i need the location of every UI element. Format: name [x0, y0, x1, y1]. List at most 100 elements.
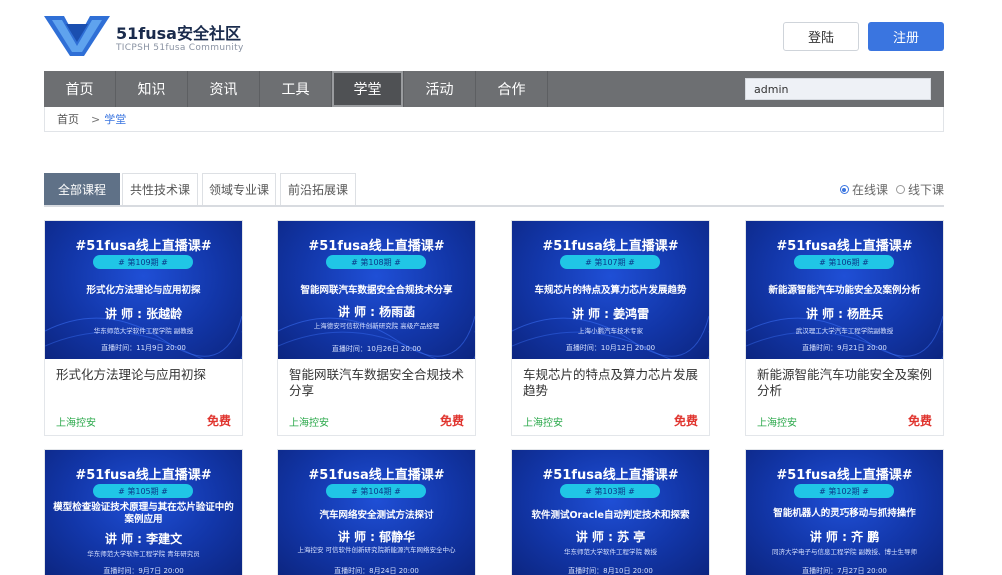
- banner-issue: # 第105期 #: [93, 484, 193, 498]
- banner-topic: 车规芯片的特点及算力芯片发展趋势: [534, 285, 687, 296]
- course-card[interactable]: #51fusa线上直播课# # 第104期 # 汽车网络安全测试方法探讨 讲 师…: [277, 449, 476, 575]
- course-source: 上海控安: [289, 418, 329, 429]
- tab-all-courses[interactable]: 全部课程: [44, 173, 120, 205]
- banner-heading: #51fusa线上直播课#: [75, 468, 212, 483]
- banner-org: 上海小鹏汽车技术专家: [578, 327, 643, 335]
- banner-heading: #51fusa线上直播课#: [308, 468, 445, 483]
- banner-org: 武汉理工大学汽车工程学院副教授: [795, 327, 894, 335]
- radio-online-dot[interactable]: [839, 185, 849, 194]
- course-price: 免费: [673, 414, 698, 428]
- site-header: 51fusa安全社区 TICPSH 51fusa Community 登陆 注册: [44, 14, 944, 60]
- banner-issue: # 第106期 #: [794, 255, 894, 269]
- breadcrumb-separator: >: [91, 112, 101, 126]
- banner-heading: #51fusa线上直播课#: [308, 239, 445, 254]
- course-banner[interactable]: #51fusa线上直播课# # 第102期 # 智能机器人的灵巧移动与抓持操作 …: [746, 450, 943, 575]
- course-source: 上海控安: [523, 418, 563, 429]
- logo-icon[interactable]: [44, 16, 110, 56]
- radio-online[interactable]: 在线课: [839, 181, 888, 198]
- tab-frontier[interactable]: 前沿拓展课: [280, 173, 356, 205]
- banner-lecturer: 讲 师 : 杨胜兵: [805, 307, 884, 321]
- login-button[interactable]: 登陆: [783, 22, 859, 51]
- breadcrumb: 首页 > 学堂: [44, 107, 944, 132]
- nav-item-cooperation[interactable]: 合作: [476, 71, 548, 107]
- radio-offline-dot[interactable]: [895, 185, 905, 194]
- banner-time: 直播时间：8月10日 20:00: [568, 567, 653, 575]
- tab-common-tech[interactable]: 共性技术课: [122, 173, 198, 205]
- main-nav: 首页 知识 资讯 工具 学堂 活动 合作: [44, 71, 944, 107]
- banner-time: 直播时间：9月7日 20:00: [103, 567, 184, 575]
- course-card[interactable]: #51fusa线上直播课# # 第108期 # 智能网联汽车数据安全合规技术分享…: [277, 220, 476, 436]
- course-card[interactable]: #51fusa线上直播课# # 第102期 # 智能机器人的灵巧移动与抓持操作 …: [745, 449, 944, 575]
- banner-time: 直播时间：11月9日 20:00: [101, 344, 186, 352]
- course-title[interactable]: 智能网联汽车数据安全合规技术分享: [289, 367, 467, 399]
- banner-lecturer: 讲 师 : 杨雨菡: [337, 305, 416, 319]
- banner-time: 直播时间：8月24日 20:00: [334, 567, 419, 575]
- banner-lecturer: 讲 师 : 苏 亭: [575, 530, 646, 544]
- banner-org: 上海德安可信软件创新研究院 高级产品经理: [313, 322, 440, 330]
- course-title[interactable]: 形式化方法理论与应用初探: [56, 367, 234, 383]
- banner-issue: # 第107期 #: [560, 255, 660, 269]
- banner-topic: 智能机器人的灵巧移动与抓持操作: [773, 508, 916, 519]
- course-card[interactable]: #51fusa线上直播课# # 第107期 # 车规芯片的特点及算力芯片发展趋势…: [511, 220, 710, 436]
- course-banner[interactable]: #51fusa线上直播课# # 第105期 # 模型检查验证技术原理与其在芯片验…: [45, 450, 242, 575]
- banner-heading: #51fusa线上直播课#: [75, 239, 212, 254]
- banner-time: 直播时间：7月27日 20:00: [802, 567, 887, 575]
- course-card[interactable]: #51fusa线上直播课# # 第109期 # 形式化方法理论与应用初探 讲 师…: [44, 220, 243, 436]
- register-button[interactable]: 注册: [868, 22, 944, 51]
- breadcrumb-current[interactable]: 学堂: [104, 111, 126, 127]
- radio-offline-label: 线下课: [907, 183, 944, 197]
- banner-heading: #51fusa线上直播课#: [542, 468, 679, 483]
- course-banner[interactable]: #51fusa线上直播课# # 第107期 # 车规芯片的特点及算力芯片发展趋势…: [512, 221, 709, 359]
- nav-item-news[interactable]: 资讯: [188, 71, 260, 107]
- course-banner[interactable]: #51fusa线上直播课# # 第103期 # 软件测试Oracle自动判定技术…: [512, 450, 709, 575]
- banner-topic: 智能网联汽车数据安全合规技术分享: [300, 285, 453, 296]
- banner-issue: # 第108期 #: [326, 255, 426, 269]
- banner-issue: # 第109期 #: [93, 255, 193, 269]
- banner-org: 华东师范大学软件工程学院 教授: [563, 548, 658, 556]
- course-card[interactable]: #51fusa线上直播课# # 第103期 # 软件测试Oracle自动判定技术…: [511, 449, 710, 575]
- course-source: 上海控安: [56, 418, 96, 429]
- banner-lecturer: 讲 师 : 李建文: [104, 532, 183, 546]
- course-card[interactable]: #51fusa线上直播课# # 第106期 # 新能源智能汽车功能安全及案例分析…: [745, 220, 944, 436]
- banner-org: 华东师范大学软件工程学院 青年研究员: [87, 550, 200, 558]
- nav-item-knowledge[interactable]: 知识: [116, 71, 188, 107]
- banner-lecturer: 讲 师 : 齐 鹏: [809, 530, 880, 544]
- banner-time: 直播时间：10月12日 20:00: [565, 344, 656, 352]
- banner-topic: 软件测试Oracle自动判定技术和探索: [531, 510, 690, 521]
- logo-subtitle: TICPSH 51fusa Community: [116, 43, 244, 53]
- course-tabs: 全部课程 共性技术课 领域专业课 前沿拓展课 在线课 线下课: [44, 173, 944, 207]
- banner-topic: 形式化方法理论与应用初探: [86, 285, 201, 296]
- tab-domain-pro[interactable]: 领域专业课: [202, 173, 276, 205]
- banner-heading: #51fusa线上直播课#: [776, 468, 913, 483]
- course-mode-radios: 在线课 线下课: [839, 181, 944, 198]
- course-banner[interactable]: #51fusa线上直播课# # 第108期 # 智能网联汽车数据安全合规技术分享…: [278, 221, 475, 359]
- banner-issue: # 第103期 #: [560, 484, 660, 498]
- radio-offline[interactable]: 线下课: [895, 181, 944, 198]
- banner-time: 直播时间：9月21日 20:00: [802, 344, 887, 352]
- course-card[interactable]: #51fusa线上直播课# # 第105期 # 模型检查验证技术原理与其在芯片验…: [44, 449, 243, 575]
- nav-item-tools[interactable]: 工具: [260, 71, 332, 107]
- search-input[interactable]: [745, 78, 931, 100]
- course-banner[interactable]: #51fusa线上直播课# # 第104期 # 汽车网络安全测试方法探讨 讲 师…: [278, 450, 475, 575]
- course-banner[interactable]: #51fusa线上直播课# # 第109期 # 形式化方法理论与应用初探 讲 师…: [45, 221, 242, 359]
- banner-issue: # 第104期 #: [326, 484, 426, 498]
- banner-lecturer: 讲 师 : 张越龄: [104, 307, 183, 321]
- course-title[interactable]: 新能源智能汽车功能安全及案例分析: [757, 367, 935, 399]
- course-title[interactable]: 车规芯片的特点及算力芯片发展趋势: [523, 367, 701, 399]
- banner-time: 直播时间：10月26日 20:00: [331, 345, 422, 353]
- banner-topic: 新能源智能汽车功能安全及案例分析: [768, 285, 921, 296]
- course-banner[interactable]: #51fusa线上直播课# # 第106期 # 新能源智能汽车功能安全及案例分析…: [746, 221, 943, 359]
- nav-item-events[interactable]: 活动: [404, 71, 476, 107]
- banner-heading: #51fusa线上直播课#: [542, 239, 679, 254]
- breadcrumb-home[interactable]: 首页: [57, 111, 79, 127]
- banner-issue: # 第102期 #: [794, 484, 894, 498]
- nav-item-home[interactable]: 首页: [44, 71, 116, 107]
- course-source: 上海控安: [757, 418, 797, 429]
- banner-topic: 模型检查验证技术原理与其在芯片验证中的案例应用: [53, 502, 234, 525]
- banner-lecturer: 讲 师 : 郁静华: [337, 530, 416, 544]
- banner-org: 华东师范大学软件工程学院 副教授: [93, 327, 194, 335]
- nav-item-academy[interactable]: 学堂: [332, 71, 404, 107]
- banner-lecturer: 讲 师 : 姜鸿雷: [571, 307, 650, 321]
- course-price: 免费: [439, 414, 464, 428]
- banner-heading: #51fusa线上直播课#: [776, 239, 913, 254]
